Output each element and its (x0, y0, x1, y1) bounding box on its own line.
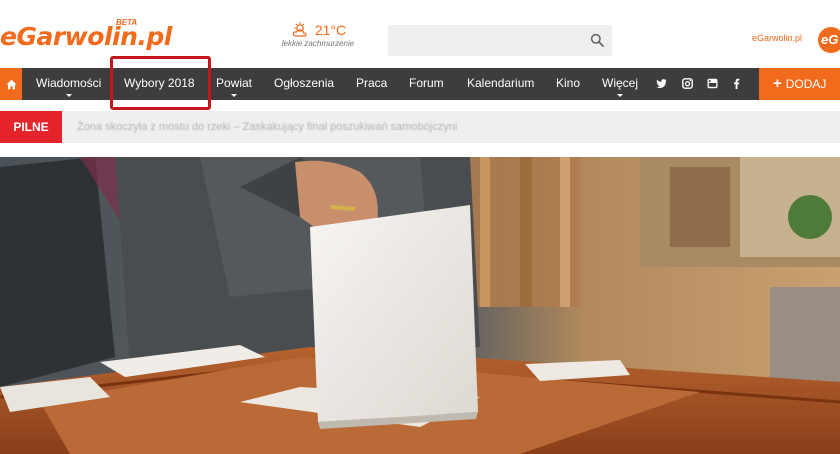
nav-label: Kino (556, 76, 581, 90)
hero-image[interactable] (0, 157, 840, 454)
weather-temperature: 21°C (314, 22, 347, 38)
nav-item-forum[interactable]: Forum (409, 68, 444, 100)
add-button-label: DODAJ (785, 77, 827, 91)
chevron-down-icon (65, 94, 72, 97)
nav-label: Wybory 2018 (124, 76, 195, 90)
search-box (388, 25, 612, 56)
chevron-down-icon (617, 94, 623, 97)
site-header: eGarwolin.pl BETA 21°C lekkie zachmurzen… (0, 0, 840, 68)
nav-label: Więcej (602, 76, 639, 90)
main-nav: Wiadomości Wybory 2018 Powiat Ogłoszenia… (0, 68, 840, 100)
breaking-news-ticker: PILNE Żona skoczyła z mostu do rzeki – Z… (0, 111, 840, 143)
site-link[interactable]: eGarwolin.pl (752, 33, 802, 43)
nav-item-ogloszenia[interactable]: Ogłoszenia (274, 68, 334, 100)
nav-label: Kalendarium (467, 76, 535, 90)
nav-label: Praca (356, 76, 388, 90)
sun-cloud-icon (292, 22, 307, 37)
nav-label: Wiadomości (36, 76, 102, 90)
add-button[interactable]: + DODAJ (759, 68, 840, 100)
nav-item-wybory-2018[interactable]: Wybory 2018 (124, 68, 195, 100)
pilne-badge: PILNE (0, 111, 62, 143)
weather-widget[interactable]: 21°C lekkie zachmurzenie (268, 22, 368, 48)
logo-domain: .pl (137, 22, 172, 51)
youtube-icon[interactable] (707, 78, 718, 89)
search-icon[interactable] (590, 33, 604, 47)
weather-description: lekkie zachmurzenie (281, 39, 355, 48)
nav-item-kino[interactable]: Kino (556, 68, 580, 100)
beta-badge: BETA (116, 18, 138, 27)
nav-label: Forum (409, 76, 444, 90)
ballot-box-photo (0, 157, 840, 454)
home-button[interactable] (0, 68, 22, 100)
twitter-icon[interactable] (656, 78, 667, 89)
instagram-icon[interactable] (682, 78, 693, 89)
nav-item-praca[interactable]: Praca (356, 68, 387, 100)
facebook-icon[interactable] (731, 78, 742, 89)
plus-icon: + (773, 75, 782, 92)
search-input[interactable] (388, 25, 612, 56)
site-badge-logo[interactable]: eG (818, 27, 840, 53)
nav-item-wiecej[interactable]: Więcej (602, 68, 638, 100)
home-icon (6, 79, 16, 89)
nav-item-powiat[interactable]: Powiat (216, 68, 252, 100)
ticker-headline[interactable]: Żona skoczyła z mostu do rzeki – Zaskaku… (77, 111, 457, 143)
nav-item-wiadomosci[interactable]: Wiadomości (36, 68, 101, 100)
site-logo[interactable]: eGarwolin.pl (0, 22, 172, 51)
nav-item-kalendarium[interactable]: Kalendarium (467, 68, 534, 100)
chevron-down-icon (231, 94, 238, 97)
nav-label: Powiat (216, 76, 253, 90)
nav-label: Ogłoszenia (274, 76, 335, 90)
